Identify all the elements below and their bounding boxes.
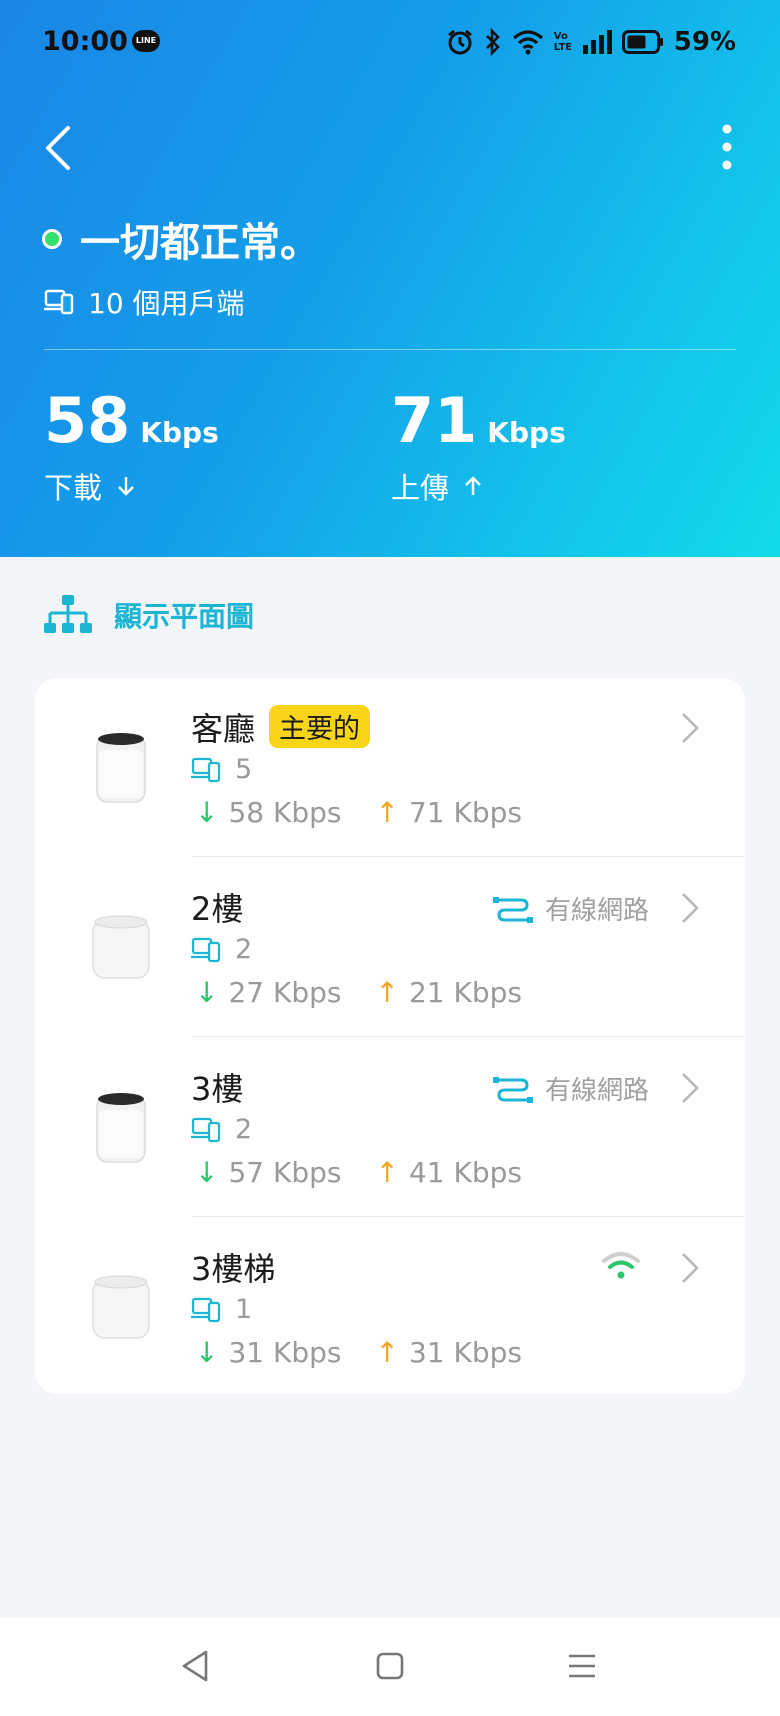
deco-device-image	[92, 1275, 150, 1339]
device-row-living-room[interactable]: 客廳 主要的 5 ↓ 58 Kbps ↑ 71 Kbps	[35, 678, 745, 858]
arrow-up-icon: ↑	[375, 976, 399, 1009]
chevron-right-icon	[682, 1073, 699, 1103]
nav-back-icon[interactable]	[178, 1648, 212, 1684]
device-name: 3樓	[191, 1070, 244, 1108]
devices-icon	[191, 1117, 221, 1142]
show-floor-plan-link[interactable]: 顯示平面圖	[44, 593, 254, 637]
devices-icon	[191, 757, 221, 782]
wired-label: 有線網路	[544, 896, 649, 926]
wired-connection: 有線網路	[492, 1070, 649, 1107]
client-count: 5	[191, 754, 252, 785]
arrow-up-icon: ↑	[375, 796, 399, 829]
mesh-devices-card: 客廳 主要的 5 ↓ 58 Kbps ↑ 71 Kbps 2樓 有線網路 2 ↓…	[35, 678, 745, 1394]
arrow-up-icon: ↑	[375, 1336, 399, 1369]
network-topology-icon	[44, 595, 92, 633]
status-bar: 10:00 LINE Vo LTE 59%	[0, 0, 780, 88]
clients-count-text: 10 個用戶端	[88, 287, 245, 320]
ethernet-cable-icon	[492, 1076, 533, 1103]
deco-device-image	[92, 915, 150, 979]
line-app-icon: LINE	[132, 30, 160, 52]
signal-icon	[582, 30, 612, 54]
chevron-right-icon	[682, 1253, 699, 1283]
arrow-up-icon	[465, 476, 481, 495]
deco-device-image	[96, 1093, 146, 1163]
header: 10:00 LINE Vo LTE 59% 一切都正常。 10 個用戶端 58 …	[0, 0, 780, 557]
device-row-3f[interactable]: 3樓 有線網路 2 ↓ 57 Kbps ↑ 41 Kbps	[35, 1038, 745, 1218]
upload-speed-value: 21 Kbps	[408, 976, 522, 1009]
arrow-down-icon	[118, 477, 134, 496]
arrow-down-icon: ↓	[195, 1156, 219, 1189]
nav-menu-icon[interactable]	[566, 1648, 598, 1684]
deco-device-image	[96, 733, 146, 803]
network-status: 一切都正常。	[42, 210, 320, 268]
client-count-value: 2	[235, 1114, 253, 1145]
download-value: 58	[44, 384, 131, 457]
clients-summary[interactable]: 10 個用戶端	[44, 282, 245, 322]
header-divider	[44, 349, 736, 350]
row-divider	[191, 856, 745, 857]
upload-unit: Kbps	[487, 416, 566, 449]
status-message: 一切都正常。	[80, 220, 320, 266]
device-name: 2樓	[191, 890, 244, 928]
system-nav-bar	[0, 1618, 780, 1716]
upload-label: 上傳	[391, 471, 450, 505]
status-icons: Vo LTE 59%	[446, 24, 736, 60]
arrow-down-icon: ↓	[195, 796, 219, 829]
upload-value: 71	[391, 384, 478, 457]
more-options-icon[interactable]	[712, 120, 742, 176]
wifi-icon	[512, 30, 543, 55]
arrow-down-icon: ↓	[195, 1336, 219, 1369]
client-count: 2	[191, 1114, 252, 1145]
device-speeds: ↓ 57 Kbps ↑ 41 Kbps	[195, 1156, 522, 1189]
device-name-text: 客廳	[191, 710, 256, 748]
status-time: 10:00	[42, 26, 128, 57]
download-speed: 58 Kbps 下載	[44, 384, 219, 507]
arrow-down-icon: ↓	[195, 976, 219, 1009]
alarm-icon	[447, 29, 472, 55]
download-speed-value: 58 Kbps	[228, 796, 342, 829]
battery-percent: 59%	[673, 27, 736, 57]
nav-home-icon[interactable]	[374, 1648, 406, 1684]
bluetooth-icon	[485, 28, 500, 56]
download-speed-value: 31 Kbps	[228, 1336, 342, 1369]
ethernet-cable-icon	[492, 896, 533, 923]
chevron-right-icon	[682, 713, 699, 743]
download-unit: Kbps	[140, 416, 219, 449]
devices-icon	[191, 1297, 221, 1322]
device-name: 3樓梯	[191, 1250, 276, 1288]
upload-speed-value: 41 Kbps	[408, 1156, 522, 1189]
device-row-3f-stairs[interactable]: 3樓梯 1 ↓ 31 Kbps ↑ 31 Kbps	[35, 1218, 745, 1398]
devices-icon	[44, 289, 74, 315]
client-count: 1	[191, 1294, 252, 1325]
client-count: 2	[191, 934, 252, 965]
client-count-value: 5	[235, 754, 253, 785]
upload-speed-value: 31 Kbps	[408, 1336, 522, 1369]
device-speeds: ↓ 27 Kbps ↑ 21 Kbps	[195, 976, 522, 1009]
download-speed-value: 27 Kbps	[228, 976, 342, 1009]
device-name: 客廳 主要的	[191, 704, 371, 750]
volte-icon: Vo LTE	[553, 31, 573, 53]
wifi-signal-icon	[602, 1252, 640, 1279]
devices-icon	[191, 937, 221, 962]
device-row-2f[interactable]: 2樓 有線網路 2 ↓ 27 Kbps ↑ 21 Kbps	[35, 858, 745, 1038]
device-speeds: ↓ 58 Kbps ↑ 71 Kbps	[195, 796, 522, 829]
download-speed-value: 57 Kbps	[228, 1156, 342, 1189]
main-badge: 主要的	[269, 705, 371, 748]
status-ok-dot	[42, 229, 62, 249]
row-divider	[191, 1216, 745, 1217]
row-divider	[191, 1036, 745, 1037]
device-speeds: ↓ 31 Kbps ↑ 31 Kbps	[195, 1336, 522, 1369]
download-label: 下載	[44, 471, 103, 505]
client-count-value: 2	[235, 934, 253, 965]
wired-label: 有線網路	[544, 1076, 649, 1106]
floor-plan-label: 顯示平面圖	[114, 600, 255, 633]
back-button[interactable]	[40, 120, 80, 176]
upload-speed: 71 Kbps 上傳	[391, 384, 566, 507]
chevron-right-icon	[682, 893, 699, 923]
wired-connection: 有線網路	[492, 890, 649, 927]
client-count-value: 1	[235, 1294, 253, 1325]
upload-speed-value: 71 Kbps	[408, 796, 522, 829]
arrow-up-icon: ↑	[375, 1156, 399, 1189]
battery-icon	[621, 30, 663, 54]
